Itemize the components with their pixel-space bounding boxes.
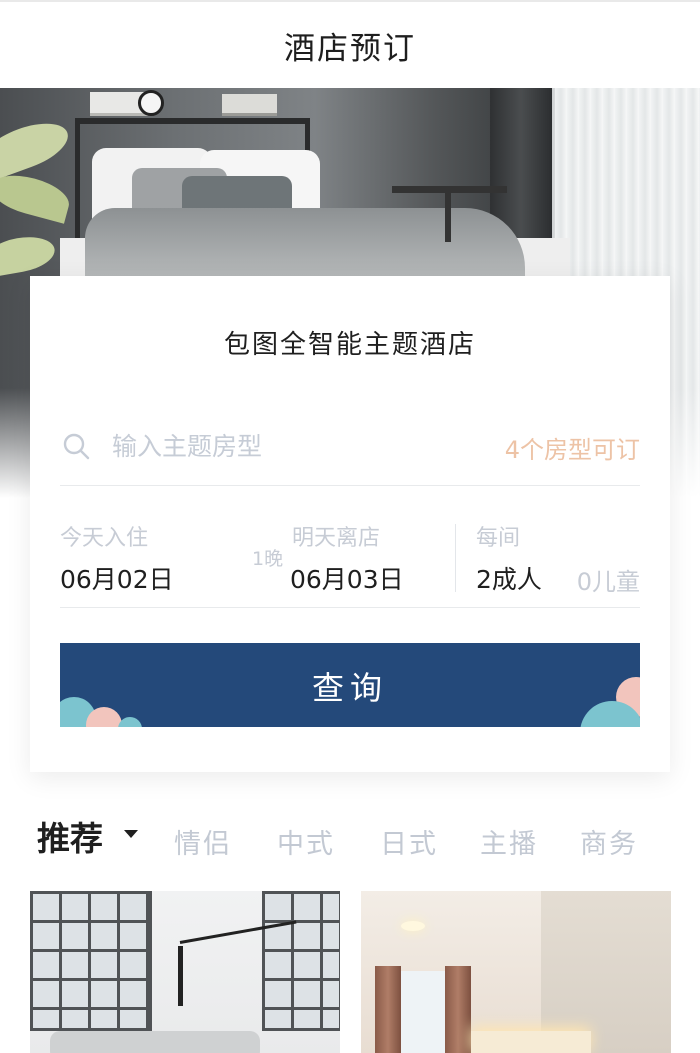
room-thumbnail[interactable] (30, 891, 340, 1053)
hero-plant-leaf (0, 113, 75, 183)
search-icon (63, 433, 90, 460)
tab-streamer[interactable]: 主播 (480, 822, 538, 861)
theme-tabs: 推荐 情侣 中式 日式 主播 商务 (0, 808, 700, 868)
hero-clock (138, 90, 164, 116)
room-thumbnail[interactable] (361, 891, 671, 1053)
hotel-name: 包图全智能主题酒店 (223, 330, 476, 360)
thumb-window (30, 891, 152, 1031)
query-button-label: 查询 (311, 669, 388, 707)
thumb-ceiling-light (401, 921, 425, 931)
thumb-window (262, 891, 340, 1031)
hero-books (222, 94, 277, 116)
per-room-label: 每间 (476, 526, 521, 551)
caret-down-icon[interactable] (124, 830, 138, 838)
divider (455, 524, 456, 592)
tab-recommend[interactable]: 推荐 (37, 812, 103, 860)
decor-bubble (118, 717, 142, 727)
checkout-label: 明天离店 (292, 526, 381, 551)
thumb-sofa (50, 1031, 260, 1053)
tab-business[interactable]: 商务 (580, 822, 638, 861)
thumb-headboard-light (471, 1031, 591, 1053)
top-bar: 酒店预订 (0, 0, 700, 88)
room-type-search-input[interactable] (112, 426, 442, 466)
children-count[interactable]: 0儿童 (577, 562, 640, 597)
page-title: 酒店预订 (284, 30, 416, 67)
room-search-row: 4个房型可订 (60, 416, 640, 486)
query-button[interactable]: 查询 (60, 643, 640, 727)
thumb-wall (541, 891, 671, 1053)
booking-card: 包图全智能主题酒店 4个房型可订 今天入住 06月02日 1晚 明天离店 06月… (30, 276, 670, 772)
thumb-lamp (178, 946, 183, 1006)
hero-plant-leaf (0, 168, 74, 224)
nights-count: 1晚 (252, 548, 284, 570)
stay-dates-row: 今天入住 06月02日 1晚 明天离店 06月03日 每间 2成人 0儿童 (60, 486, 640, 608)
tab-couple[interactable]: 情侣 (174, 822, 232, 861)
hero-plant-leaf (0, 232, 58, 278)
hotel-booking-page: 酒店预订 包图全智能主题酒店 4个房型可订 (0, 0, 700, 1053)
tab-chinese[interactable]: 中式 (277, 822, 335, 861)
available-room-count: 4个房型可订 (504, 436, 640, 464)
checkout-date[interactable]: 06月03日 (290, 560, 404, 596)
thumb-window (399, 971, 449, 1053)
checkin-label: 今天入住 (60, 526, 149, 551)
adults-count[interactable]: 2成人 (476, 560, 542, 596)
hero-side-table-leg (445, 192, 451, 242)
tab-japanese[interactable]: 日式 (380, 822, 438, 861)
hero-shelf-leg (75, 118, 80, 248)
thumb-curtain (375, 966, 401, 1053)
thumb-curtain (445, 966, 471, 1053)
checkin-date[interactable]: 06月02日 (60, 560, 174, 596)
hero-shelf (75, 118, 310, 124)
